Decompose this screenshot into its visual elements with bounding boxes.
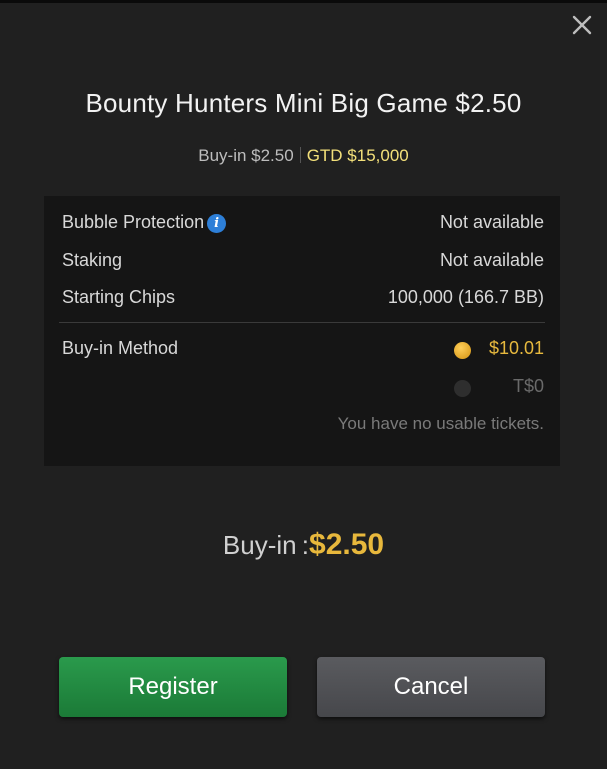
bubble-protection-text: Bubble Protection <box>62 212 205 232</box>
bubble-protection-label: Bubble Protection i <box>62 212 227 233</box>
ticket-option-value: T$0 <box>512 376 544 396</box>
staking-label: Staking <box>62 250 123 270</box>
subtitle-buyin: Buy-in $2.50 <box>198 146 294 165</box>
staking-value: Not available <box>439 250 544 270</box>
radio-selected-icon[interactable] <box>454 342 471 359</box>
dialog-title: Bounty Hunters Mini Big Game $2.50 <box>85 88 522 118</box>
row-staking: Staking Not available <box>62 250 544 274</box>
close-icon[interactable] <box>567 10 597 40</box>
buyin-total: Buy-in :$2.50 <box>0 528 607 562</box>
info-icon[interactable]: i <box>207 214 227 233</box>
top-strip <box>0 0 607 3</box>
buyin-option-cash[interactable]: $10.01 <box>424 338 544 362</box>
buyin-total-label: Buy-in : <box>222 530 310 560</box>
cash-option-value: $10.01 <box>488 338 544 358</box>
no-tickets-note: You have no usable tickets. <box>337 414 544 433</box>
tournament-subtitle: Buy-in $2.50 GTD $15,000 <box>0 146 607 166</box>
details-panel: Bubble Protection i Not available Staking… <box>44 196 560 466</box>
bubble-protection-value: Not available <box>439 212 544 232</box>
subtitle-divider <box>299 147 301 163</box>
cancel-button[interactable]: Cancel <box>317 657 545 717</box>
row-bubble-protection: Bubble Protection i Not available <box>62 212 544 236</box>
tournament-register-dialog: Bounty Hunters Mini Big Game $2.50 Buy-i… <box>0 0 607 769</box>
register-button[interactable]: Register <box>59 657 287 717</box>
starting-chips-value: 100,000 (166.7 BB) <box>387 287 544 307</box>
buyin-total-amount: $2.50 <box>309 528 385 561</box>
starting-chips-label: Starting Chips <box>62 287 176 307</box>
buyin-method-label: Buy-in Method <box>62 338 179 358</box>
row-starting-chips: Starting Chips 100,000 (166.7 BB) <box>62 287 544 311</box>
radio-disabled-icon <box>454 380 471 397</box>
buyin-option-tickets: T$0 <box>424 376 544 400</box>
subtitle-guarantee: GTD $15,000 <box>306 146 409 165</box>
details-divider <box>59 322 545 323</box>
